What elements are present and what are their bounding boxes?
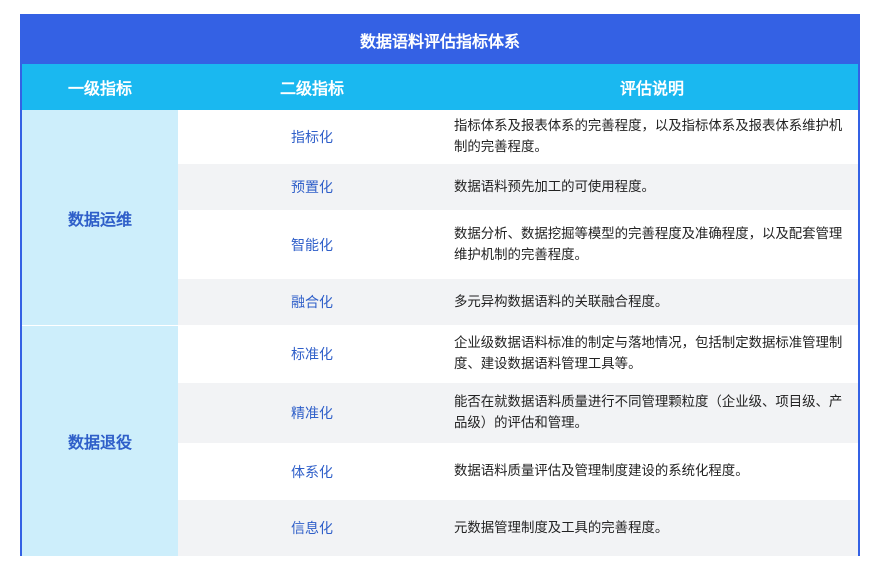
description-text: 企业级数据语料标准的制定与落地情况，包括制定数据标准管理制度、建设数据语料管理工… <box>454 336 843 372</box>
table-row: 精准化 能否在就数据语料质量进行不同管理颗粒度（企业级、项目级、产品级）的评估和… <box>178 383 858 443</box>
table-row: 标准化 企业级数据语料标准的制定与落地情况，包括制定数据标准管理制度、建设数据语… <box>178 325 858 383</box>
description-text: 元数据管理制度及工具的完善程度。 <box>454 520 669 536</box>
table-row: 体系化 数据语料质量评估及管理制度建设的系统化程度。 <box>178 443 858 500</box>
level2-cell: 信息化 <box>291 521 333 537</box>
group-cell-retire: 数据退役 <box>22 326 178 556</box>
header-level2: 二级指标 <box>279 79 344 98</box>
level2-cell: 体系化 <box>291 464 333 481</box>
level2-cell: 指标化 <box>291 130 333 146</box>
description-cell: 企业级数据语料标准的制定与落地情况，包括制定数据标准管理制度、建设数据语料管理工… <box>454 325 846 383</box>
table-row: 智能化 数据分析、数据挖掘等模型的完善程度及准确程度，以及配套管理维护机制的完善… <box>178 210 858 279</box>
level2-cell: 预置化 <box>291 180 333 196</box>
table-row: 预置化 数据语料预先加工的可使用程度。 <box>178 164 858 210</box>
table-row: 信息化 元数据管理制度及工具的完善程度。 <box>178 500 858 556</box>
description-cell: 数据语料质量评估及管理制度建设的系统化程度。 <box>454 443 846 500</box>
description-text: 数据分析、数据挖掘等模型的完善程度及准确程度，以及配套管理维护机制的完善程度。 <box>454 226 843 263</box>
header-level1: 一级指标 <box>67 79 132 98</box>
level2-cell: 精准化 <box>291 406 333 422</box>
description-cell: 元数据管理制度及工具的完善程度。 <box>454 500 846 556</box>
description-text: 指标体系及报表体系的完善程度，以及指标体系及报表体系维护机制的完善程度。 <box>454 119 843 155</box>
description-cell: 能否在就数据语料质量进行不同管理颗粒度（企业级、项目级、产品级）的评估和管理。 <box>454 383 846 443</box>
description-cell: 数据分析、数据挖掘等模型的完善程度及准确程度，以及配套管理维护机制的完善程度。 <box>454 210 846 279</box>
description-text: 多元异构数据语料的关联融合程度。 <box>454 294 669 310</box>
header-description: 评估说明 <box>619 79 684 98</box>
description-text: 数据语料质量评估及管理制度建设的系统化程度。 <box>454 464 749 479</box>
indicator-table: 数据语料评估指标体系 一级指标 二级指标 评估说明 数据运维 数据退役 指标化 … <box>20 14 860 556</box>
description-text: 能否在就数据语料质量进行不同管理颗粒度（企业级、项目级、产品级）的评估和管理。 <box>454 395 843 431</box>
table-row: 指标化 指标体系及报表体系的完善程度，以及指标体系及报表体系维护机制的完善程度。 <box>178 110 858 164</box>
level2-cell: 融合化 <box>291 295 333 311</box>
description-cell: 指标体系及报表体系的完善程度，以及指标体系及报表体系维护机制的完善程度。 <box>454 110 846 164</box>
description-text: 数据语料预先加工的可使用程度。 <box>454 179 655 195</box>
table-header-row: 一级指标 二级指标 评估说明 <box>22 64 858 110</box>
description-cell: 多元异构数据语料的关联融合程度。 <box>454 279 846 325</box>
description-cell: 数据语料预先加工的可使用程度。 <box>454 164 846 210</box>
level2-cell: 标准化 <box>291 347 333 363</box>
table-row: 融合化 多元异构数据语料的关联融合程度。 <box>178 279 858 325</box>
group-cell-ops: 数据运维 <box>22 110 178 325</box>
level2-cell: 智能化 <box>291 237 333 254</box>
table-title: 数据语料评估指标体系 <box>22 16 858 64</box>
